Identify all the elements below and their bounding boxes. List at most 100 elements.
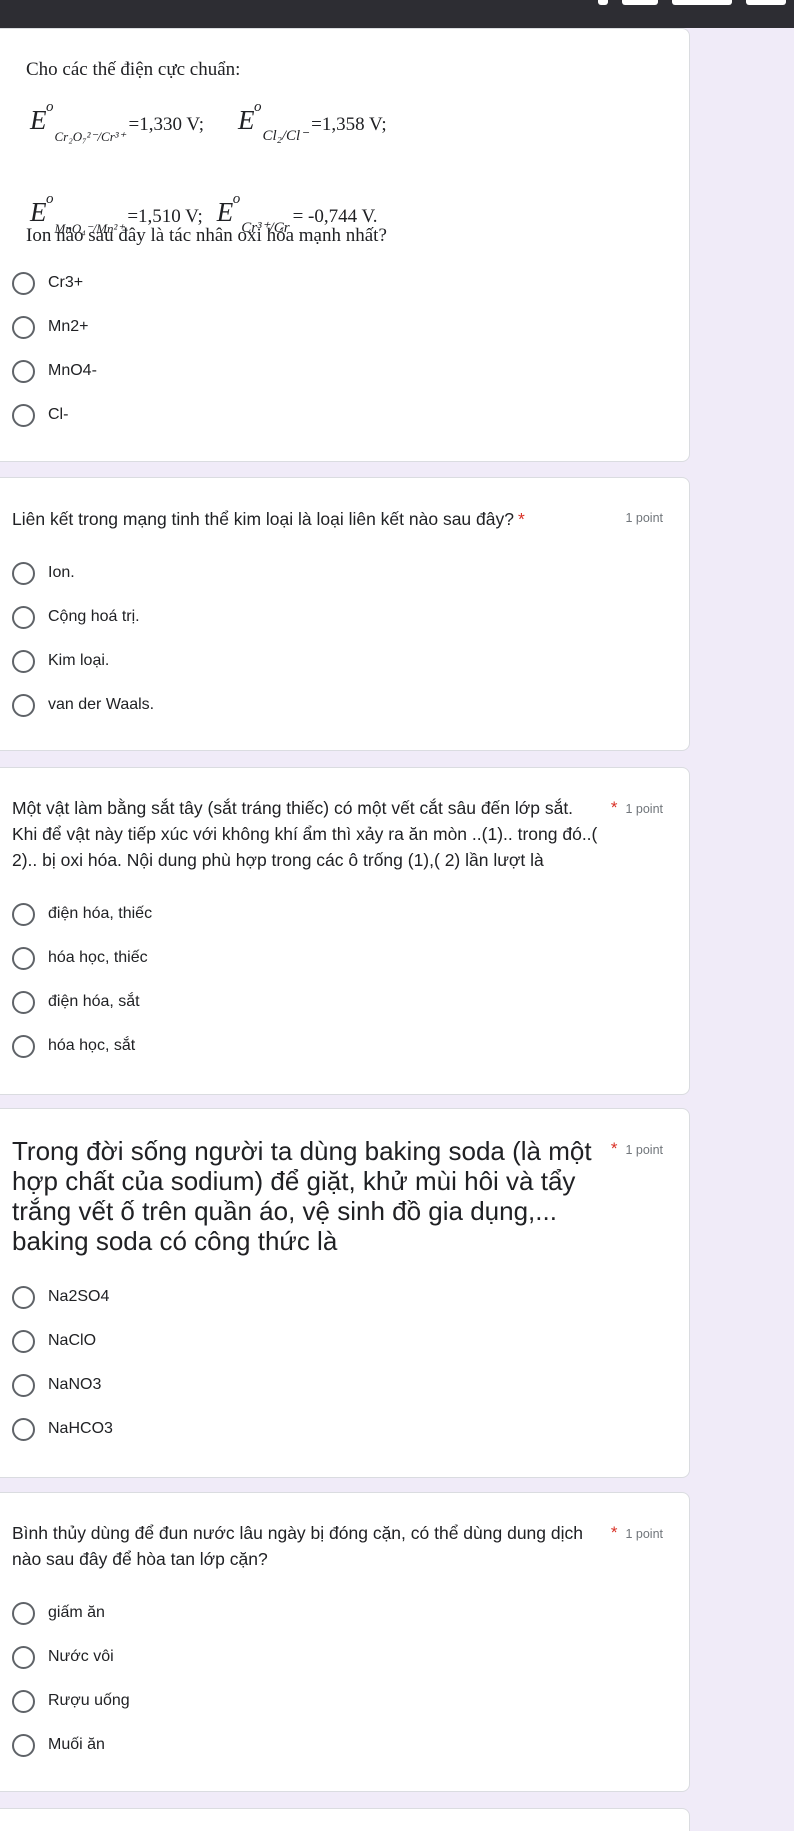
radio-button[interactable] (12, 315, 35, 339)
question-title: Liên kết trong mạng tinh thể kim loại là… (12, 507, 525, 532)
option-label: Na2SO4 (48, 1288, 110, 1305)
option-label: giấm ăn (48, 1604, 105, 1621)
answer-option[interactable]: giấm ăn (12, 1601, 105, 1625)
question-card-5: Bình thủy dùng để đun nước lâu ngày bị đ… (0, 1492, 690, 1792)
points-label: 1 point (625, 511, 663, 525)
option-label: Nước vôi (48, 1648, 114, 1665)
option-label: MnO4- (48, 362, 97, 379)
question-intro: Cho các thế điện cực chuẩn: (26, 59, 241, 80)
answer-option[interactable]: van der Waals. (12, 693, 154, 717)
option-label: Ion. (48, 564, 75, 581)
question-card-1: Cho các thế điện cực chuẩn: Eo Cr₂O₇²⁻/C… (0, 28, 690, 462)
potential-symbol: Eo (30, 99, 54, 135)
required-asterisk: * (610, 1139, 618, 1158)
question-title-line: nào sau đây để hòa tan lớp cặn? (12, 1549, 268, 1569)
system-status-bar (0, 0, 794, 28)
option-label: Cộng hoá trị. (48, 608, 140, 625)
option-label: NaClO (48, 1332, 97, 1349)
answer-option[interactable]: điện hóa, thiếc (12, 902, 152, 926)
answer-option[interactable]: NaClO (12, 1329, 96, 1353)
option-label: hóa học, sắt (48, 1037, 136, 1054)
radio-button[interactable] (12, 1034, 35, 1058)
radio-button[interactable] (12, 359, 35, 383)
wifi-icon (622, 0, 658, 5)
question-title: Ion nào sau đây là tác nhân oxi hóa mạnh… (26, 225, 387, 246)
answer-option[interactable]: Na2SO4 (12, 1285, 109, 1309)
question-card-2: Liên kết trong mạng tinh thể kim loại là… (0, 477, 690, 751)
question-title-line: Khi để vật này tiếp xúc với không khí ẩm… (12, 824, 598, 844)
question-card-3: Một vật làm bằng sắt tây (sắt tráng thiế… (0, 767, 690, 1095)
answer-option[interactable]: Nước vôi (12, 1645, 114, 1669)
points-label: * 1 point (611, 1139, 663, 1159)
equation-row-1: Eo Cr₂O₇²⁻/Cr³⁺ =1,330 V; Eo Cl₂/Cl⁻ =1,… (30, 99, 387, 144)
question-card-4: Trong đời sống người ta dùng baking soda… (0, 1108, 690, 1478)
question-text: Liên kết trong mạng tinh thể kim loại là… (12, 509, 514, 529)
option-label: NaNO3 (48, 1376, 102, 1393)
radio-button[interactable] (12, 693, 35, 717)
answer-option[interactable]: hóa học, thiếc (12, 946, 148, 970)
potential-value: =1,358 V; (311, 114, 387, 135)
answer-option[interactable]: MnO4- (12, 359, 97, 383)
potential-symbol: Eo (238, 99, 262, 135)
question-title-line: baking soda có công thức là (12, 1226, 338, 1256)
radio-button[interactable] (12, 1689, 35, 1713)
signal-icon (598, 0, 608, 5)
question-title-line: 2).. bị oxi hóa. Nội dung phù hợp trong … (12, 850, 544, 870)
answer-option[interactable]: Mn2+ (12, 315, 88, 339)
answer-option[interactable]: Cl- (12, 403, 68, 427)
radio-button[interactable] (12, 561, 35, 585)
option-label: Rượu uống (48, 1692, 130, 1709)
required-asterisk: * (610, 1523, 618, 1542)
answer-option[interactable]: Ion. (12, 561, 75, 585)
points-value: 1 point (625, 1527, 663, 1541)
radio-button[interactable] (12, 1373, 35, 1397)
radio-button[interactable] (12, 902, 35, 926)
status-icons (598, 0, 786, 6)
option-label: Kim loại. (48, 652, 110, 669)
points-label: * 1 point (611, 798, 663, 818)
option-label: Mn2+ (48, 318, 89, 335)
option-label: điện hóa, thiếc (48, 905, 153, 922)
option-label: NaHCO3 (48, 1420, 113, 1437)
answer-option[interactable]: Kim loại. (12, 649, 109, 673)
answer-option[interactable]: hóa học, sắt (12, 1034, 135, 1058)
radio-button[interactable] (12, 1733, 35, 1757)
radio-button[interactable] (12, 946, 35, 970)
radio-button[interactable] (12, 1645, 35, 1669)
radio-button[interactable] (12, 1285, 35, 1309)
couple-label: Cr₂O₇²⁻/Cr³⁺ (54, 129, 126, 144)
question-card-6 (0, 1808, 690, 1831)
option-label: Muối ăn (48, 1736, 105, 1753)
page-gutter (690, 28, 794, 1831)
answer-option[interactable]: Cr3+ (12, 271, 83, 295)
radio-button[interactable] (12, 403, 35, 427)
question-title-line: Một vật làm bằng sắt tây (sắt tráng thiế… (12, 798, 574, 818)
points-label: * 1 point (611, 1523, 663, 1543)
couple-label: Cl₂/Cl⁻ (262, 128, 309, 144)
question-title-line: Bình thủy dùng để đun nước lâu ngày bị đ… (12, 1523, 583, 1543)
radio-button[interactable] (12, 605, 35, 629)
potential-value: =1,330 V; (128, 114, 204, 135)
answer-option[interactable]: Cộng hoá trị. (12, 605, 140, 629)
radio-button[interactable] (12, 271, 35, 295)
points-value: 1 point (625, 802, 663, 816)
answer-option[interactable]: Rượu uống (12, 1689, 130, 1713)
radio-button[interactable] (12, 1417, 35, 1441)
answer-option[interactable]: điện hóa, sắt (12, 990, 140, 1014)
option-label: van der Waals. (48, 696, 155, 713)
question-title-line: Trong đời sống người ta dùng baking soda… (12, 1136, 592, 1166)
radio-button[interactable] (12, 1601, 35, 1625)
required-asterisk: * (610, 798, 618, 817)
option-label: Cr3+ (48, 274, 84, 291)
points-value: 1 point (625, 1143, 663, 1157)
question-title-line: trắng vết ố trên quần áo, vệ sinh đồ gia… (12, 1196, 557, 1226)
answer-option[interactable]: NaNO3 (12, 1373, 101, 1397)
battery-icon (746, 0, 786, 5)
radio-button[interactable] (12, 1329, 35, 1353)
radio-button[interactable] (12, 649, 35, 673)
answer-option[interactable]: Muối ăn (12, 1733, 105, 1757)
radio-button[interactable] (12, 990, 35, 1014)
question-title-line: hợp chất của sodium) để giặt, khử mùi hô… (12, 1166, 576, 1196)
network-icon (672, 0, 732, 5)
answer-option[interactable]: NaHCO3 (12, 1417, 113, 1441)
